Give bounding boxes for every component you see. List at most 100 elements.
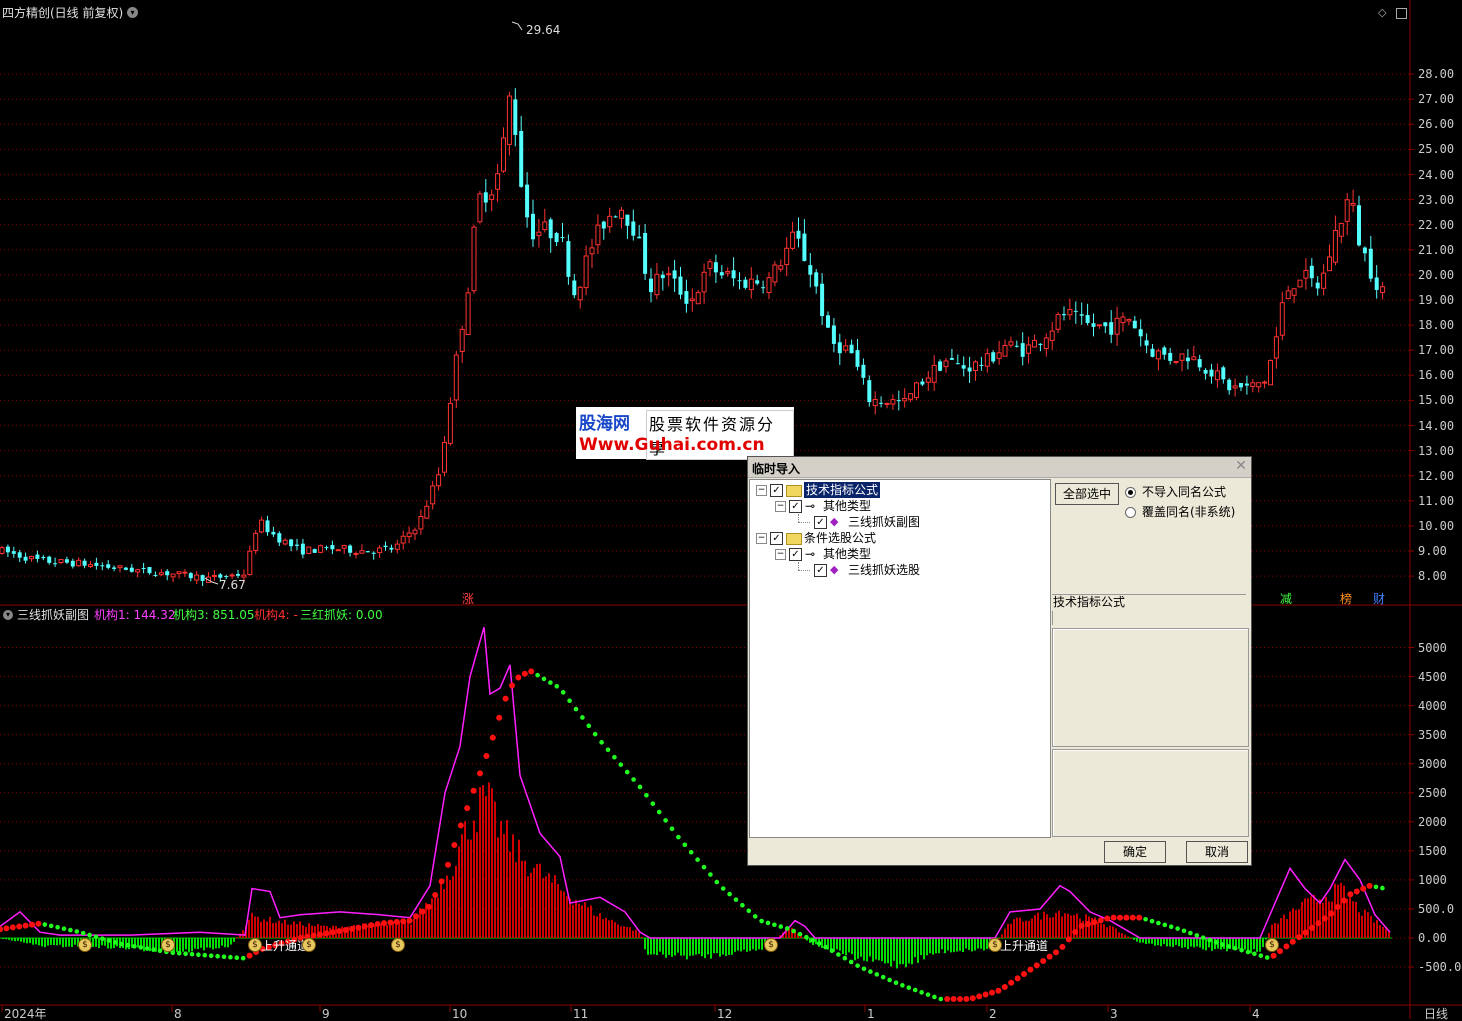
diamond-icon[interactable]: ◇ bbox=[1378, 6, 1386, 19]
signal-dot bbox=[400, 918, 407, 925]
candle-body bbox=[967, 367, 972, 372]
select-all-button[interactable]: 全部选中 bbox=[1055, 483, 1119, 505]
candle-body bbox=[1043, 337, 1049, 349]
signal-dot bbox=[1252, 951, 1257, 957]
collapse-icon[interactable]: − bbox=[756, 485, 767, 496]
tree-node[interactable]: − ✓ 条件选股公式 bbox=[750, 530, 1048, 546]
tree-node[interactable]: ✓ ◆ 三线抓妖副图 bbox=[750, 514, 1048, 530]
checkbox[interactable]: ✓ bbox=[814, 564, 827, 577]
histogram-bar bbox=[1343, 885, 1345, 938]
marker-bang[interactable]: 榜 bbox=[1340, 592, 1352, 606]
histogram-bar bbox=[629, 927, 631, 938]
signal-dot bbox=[919, 990, 924, 995]
tree-node-label[interactable]: 其他类型 bbox=[823, 546, 871, 562]
tree-node-label[interactable]: 技术指标公式 bbox=[804, 482, 881, 498]
radio-label: 不导入同名公式 bbox=[1142, 485, 1227, 499]
signal-dot bbox=[586, 723, 592, 729]
signal-dot bbox=[663, 818, 668, 823]
candle-body bbox=[601, 221, 606, 229]
histogram-bar bbox=[1028, 920, 1030, 938]
close-icon[interactable]: ✕ bbox=[1234, 459, 1248, 473]
signal-label: 上升通道 bbox=[1000, 939, 1049, 953]
collapse-icon[interactable]: − bbox=[775, 501, 786, 512]
window-icon[interactable] bbox=[1396, 8, 1407, 19]
candle-body bbox=[265, 520, 270, 533]
tree-node[interactable]: − ✓ 技术指标公式 bbox=[750, 482, 1048, 498]
candle-body bbox=[335, 549, 341, 552]
marker-cai[interactable]: 财 bbox=[1373, 592, 1385, 606]
checkbox[interactable]: ✓ bbox=[770, 532, 783, 545]
candle-body bbox=[619, 209, 624, 219]
formula-tree[interactable]: − ✓ 技术指标公式 − ✓ ⊸ 其他类型 ✓ ◆ 三线抓妖副图 − ✓ 条件选股公式 − ✓ ⊸ 其他类型 ✓ ◆… bbox=[749, 479, 1051, 838]
signal-dot bbox=[733, 897, 739, 902]
histogram-bar bbox=[707, 938, 709, 955]
histogram-bar bbox=[1181, 938, 1183, 948]
marker-zhang[interactable]: 涨 bbox=[462, 592, 474, 606]
signal-dot bbox=[208, 953, 214, 959]
collapse-icon[interactable]: − bbox=[775, 549, 786, 560]
signal-dot bbox=[406, 917, 413, 924]
tree-node-label[interactable]: 其他类型 bbox=[823, 498, 871, 514]
cancel-button[interactable]: 取消 bbox=[1186, 841, 1248, 863]
candle-body bbox=[902, 398, 908, 402]
price-tick: 24.00 bbox=[1418, 167, 1455, 182]
histogram-bar bbox=[275, 922, 277, 938]
signal-dot bbox=[425, 903, 432, 910]
radio-button-icon[interactable] bbox=[1125, 487, 1136, 498]
collapse-icon[interactable]: − bbox=[756, 533, 767, 544]
signal-dot bbox=[119, 941, 124, 947]
signal-dot bbox=[336, 928, 343, 935]
tree-node-label[interactable]: 条件选股公式 bbox=[804, 530, 876, 546]
checkbox[interactable]: ✓ bbox=[770, 484, 783, 497]
histogram-bar bbox=[836, 938, 838, 950]
candle-body bbox=[643, 233, 648, 274]
signal-dot bbox=[1033, 962, 1040, 969]
signal-dot bbox=[656, 809, 662, 815]
signal-dot bbox=[176, 950, 182, 956]
tree-node-label[interactable]: 三线抓妖副图 bbox=[848, 514, 920, 530]
signal-dot bbox=[246, 952, 253, 959]
price-tick: 17.00 bbox=[1418, 343, 1455, 358]
radio-button-icon[interactable] bbox=[1125, 507, 1136, 518]
checkbox[interactable]: ✓ bbox=[789, 548, 802, 561]
watermark-logo: 股海网 股票软件资源分享 Www.Guhai.com.cn bbox=[576, 407, 794, 460]
histogram-bar bbox=[293, 921, 295, 938]
candle-body bbox=[153, 574, 158, 576]
signal-dot bbox=[746, 908, 752, 914]
radio-overwrite[interactable]: 覆盖同名(非系统) bbox=[1125, 505, 1249, 521]
histogram-bar bbox=[1001, 934, 1003, 938]
candle-body bbox=[1120, 316, 1126, 324]
ok-button[interactable]: 确定 bbox=[1104, 841, 1166, 863]
histogram-bar bbox=[695, 938, 697, 955]
histogram-bar bbox=[734, 938, 736, 952]
tree-node[interactable]: ✓ ◆ 三线抓妖选股 bbox=[750, 562, 1048, 578]
radio-skip-duplicates[interactable]: 不导入同名公式 bbox=[1125, 485, 1245, 501]
histogram-bar bbox=[422, 912, 424, 938]
signal-dot bbox=[221, 954, 227, 960]
marker-jian[interactable]: 减 bbox=[1280, 592, 1292, 606]
price-tick: 26.00 bbox=[1418, 117, 1455, 132]
candle-body bbox=[1227, 379, 1232, 391]
candle-body bbox=[1020, 343, 1025, 357]
histogram-bar bbox=[1052, 917, 1054, 938]
dialog-titlebar[interactable]: 临时导入 ✕ bbox=[748, 457, 1251, 478]
tree-node-label[interactable]: 三线抓妖选股 bbox=[848, 562, 920, 578]
period-menu-icon[interactable]: ▾ bbox=[127, 7, 138, 18]
sub-chart-menu-icon[interactable]: ▾ bbox=[3, 610, 13, 620]
checkbox[interactable]: ✓ bbox=[789, 500, 802, 513]
signal-dot bbox=[1175, 926, 1180, 931]
histogram-bar bbox=[620, 926, 622, 938]
legend-jigou3: 机构3: 851.05 bbox=[173, 608, 255, 622]
signal-dot bbox=[810, 938, 816, 943]
signal-dot bbox=[1194, 933, 1200, 938]
signal-dot bbox=[112, 940, 118, 945]
signal-dot bbox=[676, 834, 681, 840]
tree-node[interactable]: − ✓ ⊸ 其他类型 bbox=[750, 546, 1048, 562]
histogram-bar bbox=[659, 938, 661, 952]
checkbox[interactable]: ✓ bbox=[814, 516, 827, 529]
histogram-bar bbox=[665, 938, 667, 958]
signal-dot bbox=[1091, 919, 1098, 926]
candle-body bbox=[1079, 314, 1084, 316]
histogram-bar bbox=[200, 938, 202, 948]
tree-node[interactable]: − ✓ ⊸ 其他类型 bbox=[750, 498, 1048, 514]
